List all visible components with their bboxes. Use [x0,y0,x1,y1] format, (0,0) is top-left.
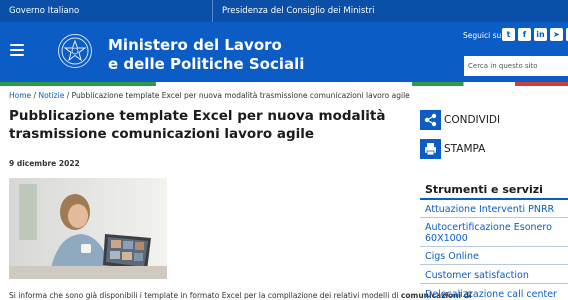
emblem-logo[interactable] [58,34,92,68]
article-intro-text: Si informa che sono già disponibili i te… [9,291,399,300]
breadcrumb-current: Pubblicazione template Excel per nuova m… [71,91,410,100]
sidebar-item-autocertificazione[interactable]: Autocertificazione Esonero 60X1000 [420,219,568,247]
sidebar-item-call-center[interactable]: Delocalizzazione call center [420,285,568,300]
article-image [9,178,167,279]
site-title-line2: e delle Politiche Sociali [108,55,305,73]
tricolor-green-stripe [0,82,156,86]
top-bar: Governo Italiano Presidenza del Consigli… [0,0,568,22]
sidebar-divider [420,198,568,200]
top-bar-divider [212,0,213,22]
sidebar-item-cigs[interactable]: Cigs Online [420,248,568,265]
linkedin-icon[interactable]: in [534,28,547,41]
site-title-line1: Ministero del Lavoro [108,36,282,54]
presidenza-link[interactable]: Presidenza del Consiglio dei Ministri [222,6,374,16]
article-intro: Si informa che sono già disponibili i te… [9,291,472,300]
print-label: STAMPA [444,143,486,155]
follow-label: Seguici su: [463,31,504,40]
share-icon [420,110,441,130]
sidebar-title: Strumenti e servizi [425,183,543,196]
breadcrumb: Home / Notizie / Pubblicazione template … [9,91,410,100]
site-header: Ministero del Lavoro e delle Politiche S… [0,22,568,82]
twitter-icon[interactable]: t [502,28,515,41]
sidebar-item-customer[interactable]: Customer satisfaction [420,266,568,284]
search-input[interactable]: Cerca in questo sito [464,56,568,76]
governo-italiano-link[interactable]: Governo Italiano [9,6,79,16]
breadcrumb-notizie[interactable]: Notizie [38,91,64,100]
tricolor-stripe [412,82,568,86]
menu-icon[interactable] [10,44,24,56]
article-date: 9 dicembre 2022 [9,159,80,168]
breadcrumb-home[interactable]: Home [9,91,31,100]
page-title: Pubblicazione template Excel per nuova m… [9,108,386,142]
facebook-icon[interactable]: f [518,28,531,41]
sidebar-item-pnrr[interactable]: Attuazione Interventi PNRR [420,201,568,218]
print-icon [420,139,441,159]
share-label: CONDIVIDI [444,114,501,126]
site-title[interactable]: Ministero del Lavoro e delle Politiche S… [108,36,304,74]
telegram-icon[interactable]: ➤ [550,28,563,41]
